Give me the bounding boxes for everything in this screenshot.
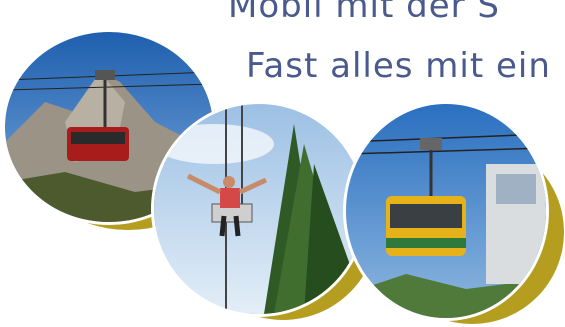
subheadline-text: Fast alles mit ein bbox=[246, 46, 551, 86]
headline-text: Mobil mit der S bbox=[228, 0, 500, 26]
